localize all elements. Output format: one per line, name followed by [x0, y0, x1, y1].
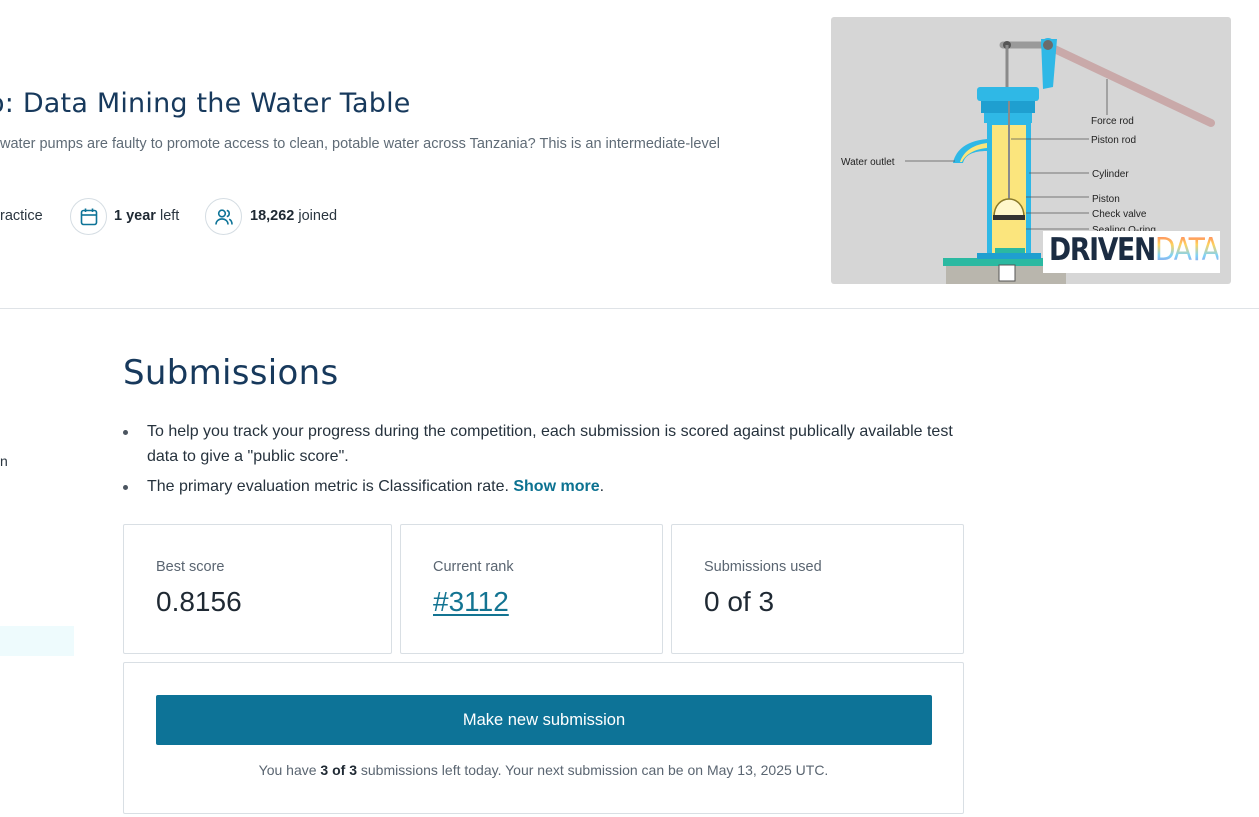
label-water-outlet: Water outlet [841, 157, 895, 168]
users-icon [205, 198, 242, 235]
competition-title: o: Data Mining the Water Table [0, 88, 411, 119]
competition-banner-image: Force rod Piston rod Water outlet Cylind… [831, 17, 1231, 284]
current-rank-card: Current rank #3112 [400, 524, 663, 654]
submissions-used-value: 0 of 3 [704, 586, 775, 617]
submissions-section: Submissions To help you track your progr… [123, 309, 965, 817]
submission-info-list: To help you track your progress during t… [123, 419, 965, 504]
sidebar-active-item[interactable] [0, 626, 74, 656]
competition-subtitle: water pumps are faulty to promote access… [0, 136, 721, 152]
label-cylinder: Cylinder [1092, 169, 1129, 180]
label-force-rod: Force rod [1091, 116, 1134, 127]
submissions-remaining-note: You have 3 of 3 submissions left today. … [258, 762, 829, 778]
joined-count: 18,262 joined [250, 208, 338, 224]
time-left: 1 year left [114, 208, 180, 224]
competition-type: ractice [0, 208, 43, 224]
competition-header: o: Data Mining the Water Table water pum… [0, 0, 1259, 309]
drivendata-logo: DRIVENDATA [1043, 231, 1220, 273]
make-new-submission-button[interactable]: Make new submission [156, 695, 932, 745]
page-title: Submissions [123, 353, 339, 393]
new-submission-panel: Make new submission You have 3 of 3 subm… [123, 662, 964, 814]
best-score-value: 0.8156 [156, 586, 242, 617]
competition-meta: ractice 1 year left 18,262 joined [0, 198, 420, 236]
calendar-icon [70, 198, 107, 235]
show-more-link[interactable]: Show more [513, 478, 599, 495]
list-item: The primary evaluation metric is Classif… [123, 474, 965, 499]
submissions-used-card: Submissions used 0 of 3 [671, 524, 964, 654]
label-check-valve: Check valve [1092, 209, 1147, 220]
submissions-used-label: Submissions used [704, 559, 822, 575]
label-piston: Piston [1092, 194, 1120, 205]
label-piston-rod: Piston rod [1091, 135, 1136, 146]
current-rank-link[interactable]: #3112 [433, 586, 509, 618]
list-item: To help you track your progress during t… [123, 419, 965, 469]
best-score-card: Best score 0.8156 [123, 524, 392, 654]
sidebar-clipped-text: n [0, 453, 8, 469]
best-score-label: Best score [156, 559, 225, 575]
current-rank-label: Current rank [433, 559, 514, 575]
